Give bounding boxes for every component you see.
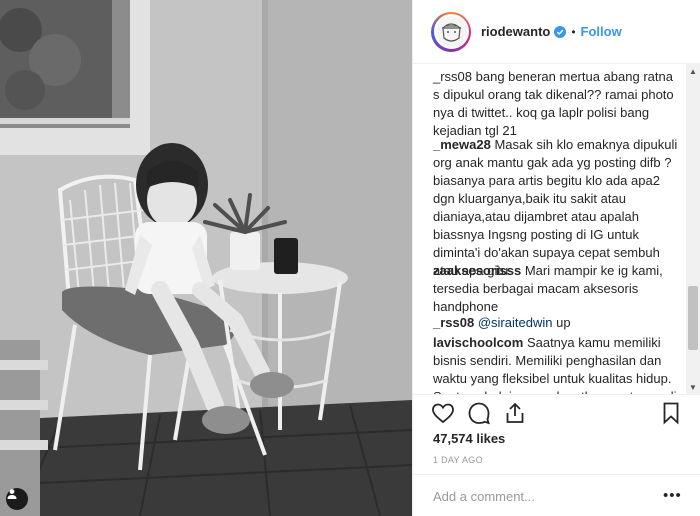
comment-bubble-icon[interactable] <box>467 401 493 427</box>
post-side-panel: riodewanto • Follow _rss08 bang beneran … <box>412 0 700 516</box>
scroll-down-arrow-icon[interactable]: ▼ <box>686 380 700 394</box>
comment-item: _rss08 bang beneran mertua abang ratna s… <box>433 68 681 140</box>
post-timestamp[interactable]: 1 DAY AGO <box>433 455 483 465</box>
comment-username[interactable]: zaaksesorisss <box>433 263 521 278</box>
heart-icon[interactable] <box>431 401 457 427</box>
comments-list[interactable]: _rss08 bang beneran mertua abang ratna s… <box>413 64 700 394</box>
post-actions: 47,574 likes 1 DAY AGO <box>413 394 700 474</box>
comment-item: lavischoolcom Saatnya kamu memiliki bisn… <box>433 334 681 394</box>
verified-badge-icon <box>554 25 567 38</box>
comment-text: up <box>556 315 571 330</box>
comment-item: _rss08 @siraitedwin up <box>433 314 681 332</box>
follow-button[interactable]: Follow <box>581 24 622 39</box>
comment-text: Masak sih klo emaknya dipukuli org anak … <box>433 137 678 278</box>
post-username[interactable]: riodewanto <box>481 24 550 39</box>
action-icons-row <box>431 401 683 431</box>
share-icon[interactable] <box>503 401 529 427</box>
scroll-up-arrow-icon[interactable]: ▲ <box>686 64 700 78</box>
comment-mention[interactable]: @siraitedwin <box>478 315 553 330</box>
header-separator: • <box>571 24 576 39</box>
photo-scene <box>0 0 412 516</box>
avatar[interactable] <box>433 14 469 49</box>
comment-username[interactable]: lavischoolcom <box>433 335 523 350</box>
post-photo[interactable] <box>0 0 412 516</box>
comment-item: zaaksesorisss Mari mampir ke ig kami, te… <box>433 262 681 316</box>
tagged-user-icon[interactable] <box>6 488 28 510</box>
comment-text: _rss08 bang beneran mertua abang ratna s… <box>433 69 674 138</box>
comments-scrollbar[interactable]: ▲ ▼ <box>686 64 700 394</box>
more-options-button[interactable]: ••• <box>663 487 682 504</box>
comment-username[interactable]: _rss08 <box>433 315 474 330</box>
scrollbar-thumb[interactable] <box>688 286 698 350</box>
comment-username[interactable]: _mewa28 <box>433 137 491 152</box>
add-comment-section: ••• <box>413 474 700 516</box>
bookmark-icon[interactable] <box>659 401 685 427</box>
avatar-story-ring[interactable] <box>431 11 471 52</box>
comment-item: _mewa28 Masak sih klo emaknya dipukuli o… <box>433 136 681 280</box>
post-header: riodewanto • Follow <box>413 0 700 64</box>
add-comment-input[interactable] <box>433 485 653 507</box>
likes-count[interactable]: 47,574 likes <box>433 431 505 446</box>
